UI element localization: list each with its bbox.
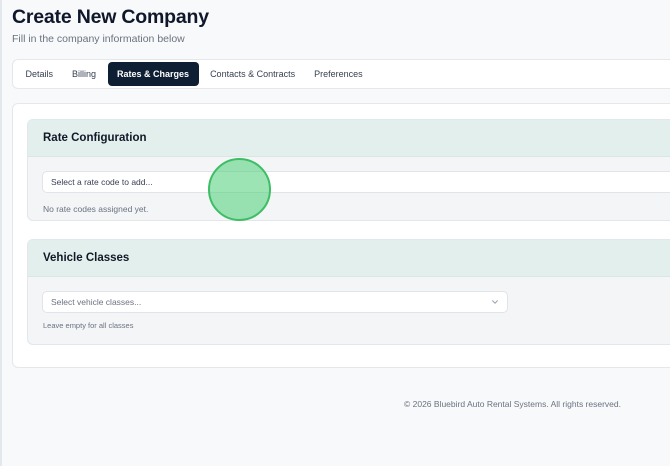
tab-billing[interactable]: Billing [63, 62, 106, 86]
cursor-highlight [208, 158, 271, 221]
tab-rates-charges[interactable]: Rates & Charges [107, 62, 199, 86]
tab-details[interactable]: Details [16, 62, 63, 86]
rate-configuration-title: Rate Configuration [43, 132, 147, 144]
tab-preferences[interactable]: Preferences [305, 62, 373, 86]
page-subtitle: Fill in the company information below [12, 33, 185, 45]
chevron-down-icon [492, 300, 498, 304]
page-title: Create New Company [12, 6, 209, 28]
form-card: Rate Configuration Select a rate code to… [12, 103, 670, 368]
vehicle-classes-hint: Leave empty for all classes [43, 321, 134, 330]
vehicle-classes-header: Vehicle Classes [28, 240, 670, 277]
rate-configuration-section: Rate Configuration Select a rate code to… [27, 119, 670, 221]
tab-bar: Details Billing Rates & Charges Contacts… [12, 59, 670, 89]
rate-codes-empty-note: No rate codes assigned yet. [43, 204, 149, 214]
vehicle-classes-section: Vehicle Classes Select vehicle classes..… [27, 239, 670, 345]
tab-contacts-contracts[interactable]: Contacts & Contracts [201, 62, 305, 86]
rate-code-select-value: Select a rate code to add... [51, 177, 153, 187]
rate-configuration-header: Rate Configuration [28, 120, 670, 157]
footer-copyright: © 2026 Bluebird Auto Rental Systems. All… [404, 399, 621, 409]
vehicle-classes-title: Vehicle Classes [43, 252, 130, 264]
rate-code-select[interactable]: Select a rate code to add... [42, 171, 670, 193]
vehicle-classes-placeholder: Select vehicle classes... [51, 297, 142, 307]
vehicle-classes-select[interactable]: Select vehicle classes... [42, 291, 508, 313]
page-header: Create New Company Fill in the company i… [12, 6, 209, 45]
page-edge [0, 0, 2, 466]
